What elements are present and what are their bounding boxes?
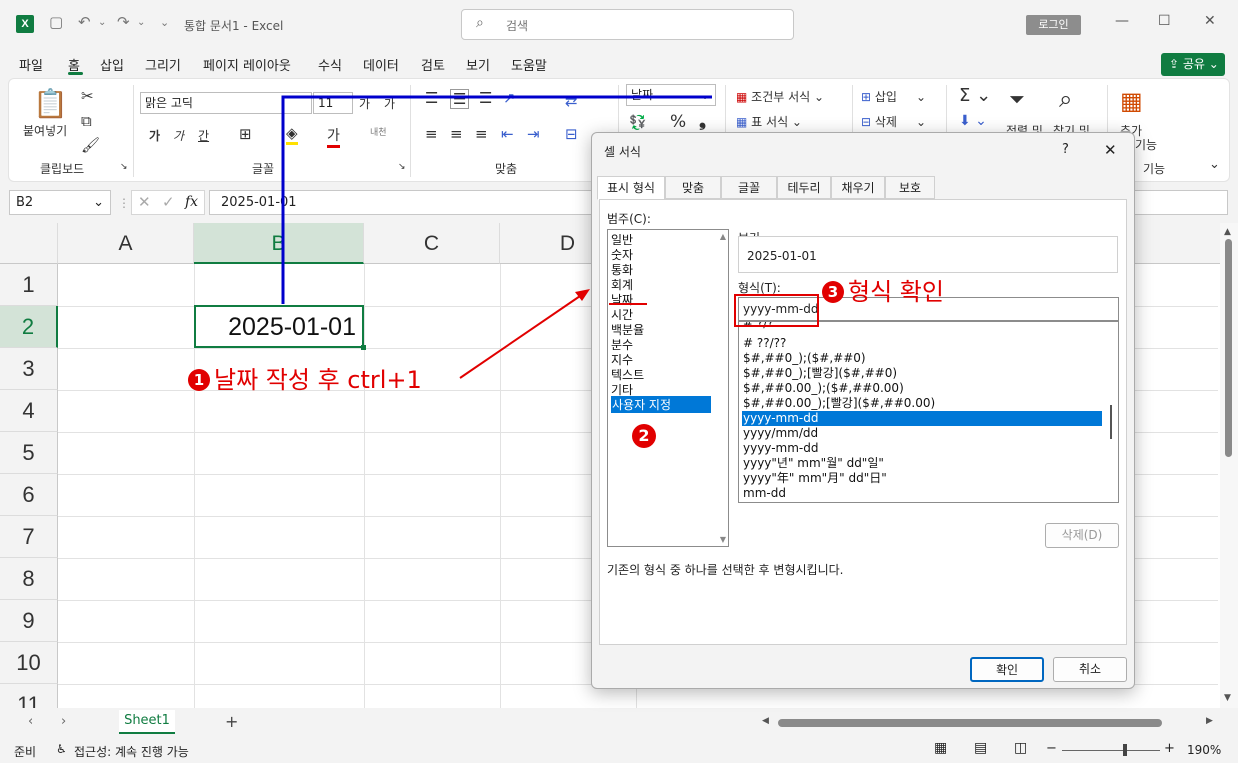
red-arrow-head-icon: [575, 289, 590, 301]
annotation-overlay: [281, 95, 712, 379]
annotation-step1-text: 날짜 작성 후 ctrl+1: [214, 366, 422, 394]
annotation-step2-badge: 2: [632, 424, 656, 448]
red-arrow-line: [459, 293, 584, 379]
annotation-number-3: 3: [822, 281, 844, 303]
format-highlight-box: [734, 294, 819, 327]
annotation-step3-text: 형식 확인: [848, 278, 944, 306]
blue-connector-line: [281, 95, 712, 304]
annotation-step3: 3 형식 확인: [822, 272, 944, 307]
annotation-step1: 1 날짜 작성 후 ctrl+1: [188, 360, 422, 395]
annotation-number-1: 1: [188, 369, 210, 391]
